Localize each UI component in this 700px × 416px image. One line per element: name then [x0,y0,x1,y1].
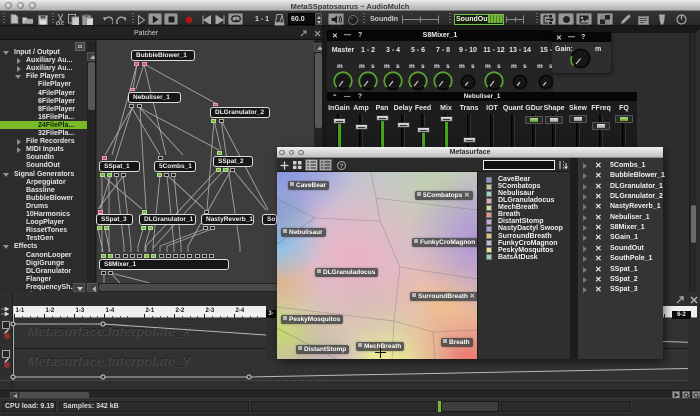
svg-text:?: ? [340,162,344,169]
